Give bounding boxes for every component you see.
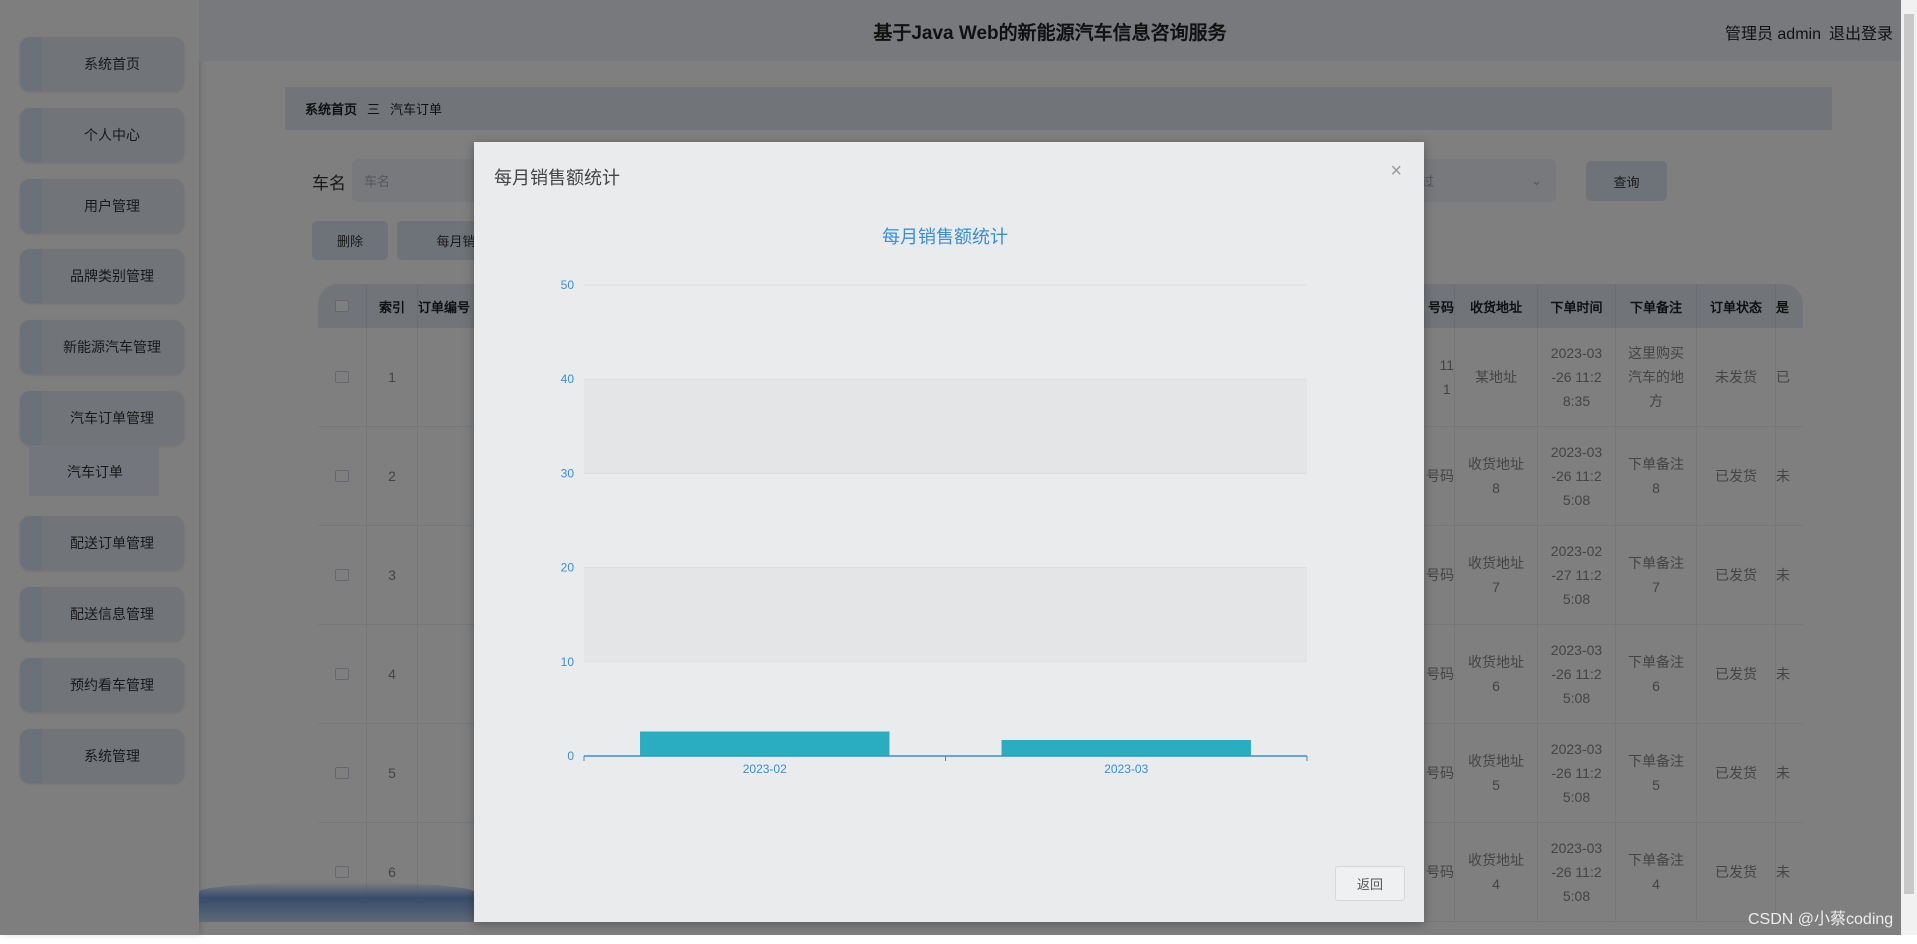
return-button[interactable]: 返回	[1335, 866, 1405, 901]
y-tick-label: 20	[561, 561, 575, 575]
bar-2023-03	[1001, 739, 1251, 756]
split-area	[584, 285, 1307, 380]
split-area	[584, 473, 1307, 568]
stats-dialog: 每月销售额统计 × 每月销售额统计 0 10 20 30 40 50 2023-02 2023-…	[474, 142, 1424, 922]
y-tick-label: 0	[567, 749, 574, 763]
page-scrollbar[interactable]	[1901, 0, 1917, 935]
x-tick-label: 2023-03	[1104, 762, 1148, 776]
y-tick-label: 30	[561, 466, 575, 480]
watermark: CSDN @小蔡coding	[1748, 911, 1894, 928]
split-area	[584, 379, 1307, 474]
y-tick-label: 40	[561, 372, 575, 386]
sales-bar-chart: 每月销售额统计 0 10 20 30 40 50 2023-02 2023-03	[561, 227, 1308, 776]
x-tick-label: 2023-02	[743, 762, 787, 776]
y-tick-label: 50	[561, 278, 575, 292]
chart-title: 每月销售额统计	[882, 227, 1008, 247]
y-tick-label: 10	[561, 655, 575, 669]
split-area	[584, 567, 1307, 662]
scrollbar-thumb[interactable]	[1904, 14, 1914, 894]
bar-2023-02	[640, 731, 890, 756]
